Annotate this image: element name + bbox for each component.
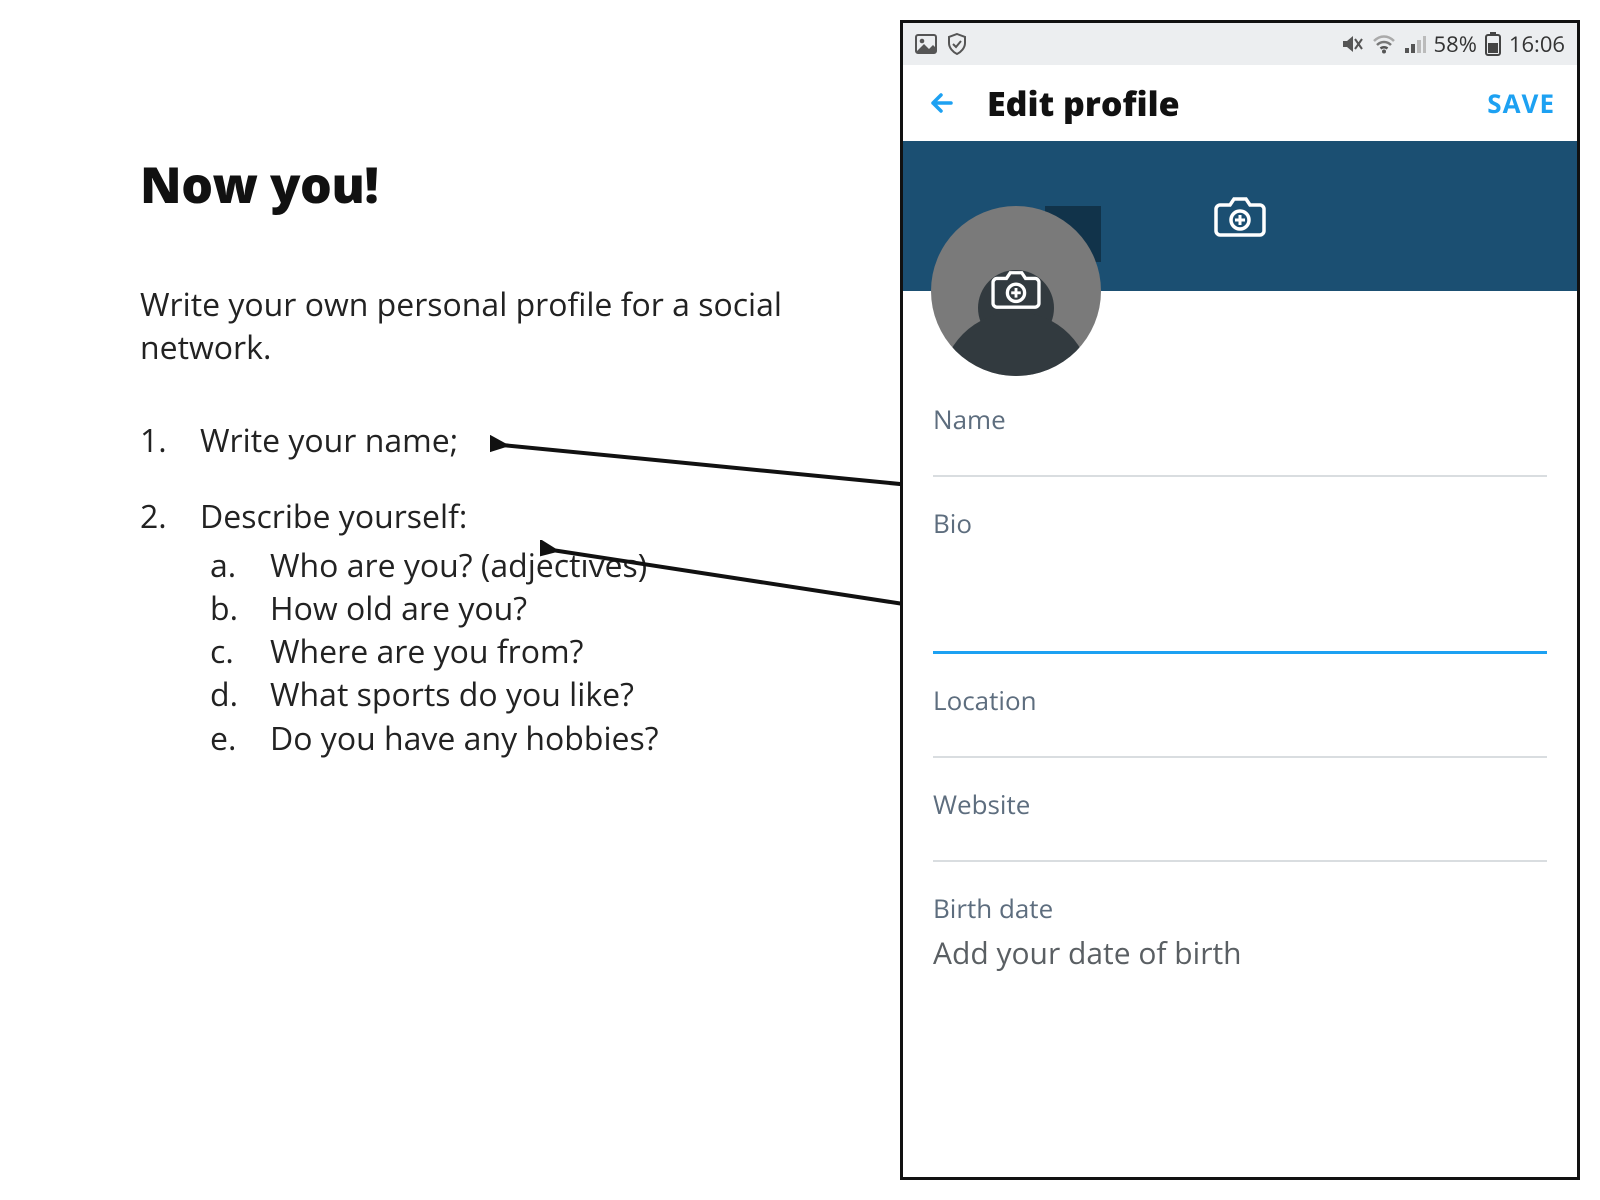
back-arrow-icon[interactable] xyxy=(925,86,959,120)
step-2-text: Describe yourself: xyxy=(200,495,467,538)
volume-mute-icon xyxy=(1340,33,1364,55)
status-bar: 58% 16:06 xyxy=(903,23,1577,65)
step-2d: What sports do you like? xyxy=(200,673,820,716)
heading-now-you: Now you! xyxy=(140,150,820,218)
field-location[interactable]: Location xyxy=(933,682,1547,758)
step-2e: Do you have any hobbies? xyxy=(200,717,820,760)
cover-photo-area[interactable] xyxy=(903,141,1577,291)
birth-date-placeholder[interactable]: Add your date of birth xyxy=(933,932,1547,973)
label-birth-date: Birth date xyxy=(933,890,1547,926)
appbar-title: Edit profile xyxy=(987,80,1180,126)
step-2c: Where are you from? xyxy=(200,630,820,673)
phone-mockup: 58% 16:06 Edit profile SAVE xyxy=(900,20,1580,1180)
intro-text: Write your own personal profile for a so… xyxy=(140,283,820,369)
camera-add-avatar-icon[interactable] xyxy=(991,267,1041,316)
clock-time: 16:06 xyxy=(1509,29,1565,59)
field-birth-date[interactable]: Birth date Add your date of birth xyxy=(933,890,1547,973)
step-1: Write your name; xyxy=(140,419,820,462)
step-2a: Who are you? (adjectives) xyxy=(200,544,820,587)
picture-icon xyxy=(915,34,937,54)
avatar-area[interactable] xyxy=(931,206,1101,376)
shield-check-icon xyxy=(947,33,967,55)
step-2: Describe yourself: Who are you? (adjecti… xyxy=(140,495,820,760)
camera-add-cover-icon[interactable] xyxy=(1214,190,1266,242)
battery-percent: 58% xyxy=(1434,29,1477,59)
step-1-text: Write your name; xyxy=(200,419,458,462)
field-website[interactable]: Website xyxy=(933,786,1547,862)
avatar-placeholder-icon xyxy=(931,206,1101,376)
app-bar: Edit profile SAVE xyxy=(903,65,1577,141)
label-bio: Bio xyxy=(933,505,1547,541)
step-2b: How old are you? xyxy=(200,587,820,630)
label-location: Location xyxy=(933,682,1547,718)
battery-icon xyxy=(1485,32,1501,56)
cell-signal-icon xyxy=(1404,34,1426,54)
label-name: Name xyxy=(933,401,1547,437)
wifi-icon xyxy=(1372,34,1396,54)
field-name[interactable]: Name xyxy=(933,401,1547,477)
label-website: Website xyxy=(933,786,1547,822)
field-bio[interactable]: Bio xyxy=(933,505,1547,654)
save-button[interactable]: SAVE xyxy=(1487,85,1555,121)
